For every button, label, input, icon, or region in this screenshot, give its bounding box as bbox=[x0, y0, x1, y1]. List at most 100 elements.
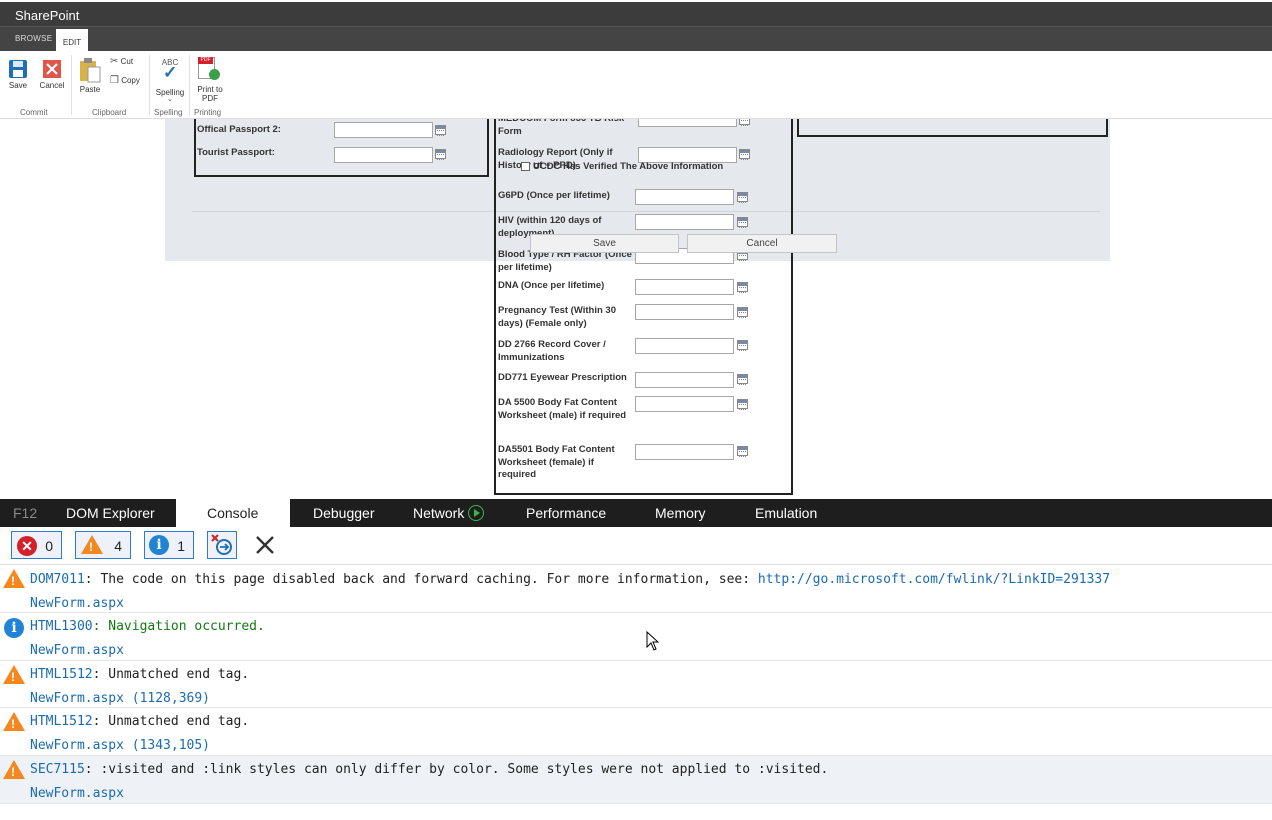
calendar-icon[interactable] bbox=[737, 374, 748, 385]
console-message: HTML1512: Unmatched end tag. NewForm.asp… bbox=[0, 661, 1272, 708]
calendar-icon[interactable] bbox=[737, 446, 748, 457]
spelling-button[interactable]: ABC ✓ Spelling ⌄ bbox=[154, 58, 186, 103]
tab-debugger[interactable]: Debugger bbox=[313, 499, 375, 527]
tourist-passport-input[interactable] bbox=[334, 147, 433, 163]
cut-button[interactable]: ✂ Cut bbox=[110, 56, 133, 67]
clear-on-navigate-button[interactable] bbox=[207, 531, 237, 559]
calendar-icon[interactable] bbox=[737, 340, 748, 351]
calendar-icon[interactable] bbox=[739, 149, 750, 160]
message-source-link[interactable]: NewForm.aspx bbox=[30, 596, 124, 611]
warning-icon bbox=[3, 760, 25, 779]
tab-emulation[interactable]: Emulation bbox=[755, 499, 817, 527]
message-source-link[interactable]: NewForm.aspx bbox=[30, 786, 124, 801]
message-source-link[interactable]: NewForm.aspx bbox=[30, 643, 124, 658]
console-message: HTML1512: Unmatched end tag. NewForm.asp… bbox=[0, 708, 1272, 756]
group-label-spelling: Spelling bbox=[154, 108, 183, 117]
save-icon bbox=[9, 60, 27, 78]
console-message: i HTML1300: Navigation occurred. NewForm… bbox=[0, 613, 1272, 661]
print-to-pdf-button[interactable]: PDF Print to PDF bbox=[193, 57, 227, 103]
field-label: DA5501 Body Fat Content Worksheet (femal… bbox=[498, 444, 615, 480]
warning-icon bbox=[81, 535, 103, 554]
copy-icon: ❐ bbox=[110, 75, 119, 86]
message-code[interactable]: DOM7011 bbox=[30, 572, 85, 587]
verify-label: UCDC Has Verified The Above Information bbox=[533, 161, 724, 172]
warning-icon bbox=[3, 665, 25, 684]
devtools-tab-bar: F12 DOM Explorer Console Debugger Networ… bbox=[0, 499, 1272, 527]
warning-icon bbox=[3, 569, 25, 588]
cancel-ribbon-button[interactable]: Cancel bbox=[37, 59, 67, 90]
verify-checkbox[interactable] bbox=[521, 162, 530, 171]
paste-icon bbox=[80, 58, 101, 83]
cancel-icon bbox=[43, 60, 61, 78]
dd771-input[interactable] bbox=[635, 372, 734, 388]
da5500-input[interactable] bbox=[635, 396, 734, 412]
scissors-icon: ✂ bbox=[110, 56, 119, 67]
clear-console-icon[interactable] bbox=[255, 535, 275, 555]
message-text: : The code on this page disabled back an… bbox=[84, 572, 758, 587]
message-source-link[interactable]: NewForm.aspx (1343,105) bbox=[30, 738, 210, 753]
group-label-commit: Commit bbox=[20, 108, 48, 117]
app-title: SharePoint bbox=[15, 8, 80, 23]
message-code[interactable]: HTML1300 bbox=[30, 619, 93, 634]
ribbon-tab-bar: BROWSE EDIT bbox=[0, 26, 1272, 52]
group-label-clipboard: Clipboard bbox=[92, 108, 127, 117]
pregnancy-test-input[interactable] bbox=[635, 304, 734, 320]
ribbon: Save Cancel Commit Paste ✂ Cut ❐ Copy Cl… bbox=[0, 51, 1272, 119]
tab-performance[interactable]: Performance bbox=[526, 499, 606, 527]
right-section bbox=[797, 119, 1108, 137]
field-label: DA 5500 Body Fat Content Worksheet (male… bbox=[498, 397, 627, 421]
message-code[interactable]: HTML1512 bbox=[30, 714, 93, 729]
suite-bar: SharePoint bbox=[0, 2, 1272, 26]
message-link[interactable]: http://go.microsoft.com/fwlink/?LinkID=2… bbox=[758, 572, 1110, 587]
field-label: DD 2766 Record Cover / Immunizations bbox=[498, 339, 606, 363]
tab-network[interactable]: Network bbox=[413, 499, 485, 527]
dna-input[interactable] bbox=[635, 279, 734, 295]
medcom-856-input[interactable] bbox=[638, 119, 737, 127]
group-divider bbox=[189, 55, 190, 115]
recording-play-icon bbox=[468, 505, 485, 521]
calendar-icon[interactable] bbox=[435, 125, 446, 136]
warning-icon bbox=[3, 712, 25, 731]
official-passport-2-input[interactable] bbox=[334, 122, 433, 138]
mouse-cursor-icon bbox=[646, 631, 660, 651]
tab-edit[interactable]: EDIT bbox=[56, 29, 88, 52]
field-label: DNA (Once per lifetime) bbox=[498, 280, 605, 291]
calendar-icon[interactable] bbox=[737, 307, 748, 318]
tab-dom-explorer[interactable]: DOM Explorer bbox=[66, 499, 155, 527]
message-code[interactable]: HTML1512 bbox=[30, 667, 93, 682]
page-content: Offical Passport 2: Tourist Passport: ME… bbox=[0, 119, 1272, 496]
group-divider bbox=[71, 55, 72, 115]
info-icon: i bbox=[4, 618, 24, 638]
cancel-button[interactable]: Cancel bbox=[687, 234, 837, 253]
copy-button[interactable]: ❐ Copy bbox=[110, 75, 140, 86]
tab-console[interactable]: Console bbox=[176, 499, 290, 527]
field-label: DD771 Eyewear Prescription bbox=[498, 372, 627, 383]
calendar-icon[interactable] bbox=[739, 119, 750, 126]
tab-memory[interactable]: Memory bbox=[655, 499, 706, 527]
save-button[interactable]: Save bbox=[530, 234, 679, 253]
save-ribbon-button[interactable]: Save bbox=[4, 59, 32, 90]
calendar-icon[interactable] bbox=[737, 399, 748, 410]
field-label: Offical Passport 2: bbox=[197, 124, 281, 135]
hiv-input[interactable] bbox=[635, 214, 734, 230]
dd2766-input[interactable] bbox=[635, 338, 734, 354]
calendar-icon[interactable] bbox=[737, 282, 748, 293]
console-message: SEC7115: :visited and :link styles can o… bbox=[0, 756, 1272, 804]
message-text: : :visited and :link styles can only dif… bbox=[84, 762, 829, 777]
calendar-icon[interactable] bbox=[737, 217, 748, 228]
calendar-icon[interactable] bbox=[435, 149, 446, 160]
message-code[interactable]: SEC7115 bbox=[30, 762, 85, 777]
tab-browse[interactable]: BROWSE bbox=[15, 34, 52, 43]
calendar-icon[interactable] bbox=[737, 192, 748, 203]
message-source-link[interactable]: NewForm.aspx (1128,369) bbox=[30, 691, 210, 706]
warning-filter-button[interactable]: 4 bbox=[75, 531, 131, 559]
message-text: : Navigation occurred. bbox=[92, 619, 265, 634]
info-filter-button[interactable]: i 1 bbox=[144, 531, 194, 559]
group-label-printing: Printing bbox=[194, 108, 222, 117]
spelling-icon: ABC ✓ bbox=[161, 58, 179, 82]
error-filter-button[interactable]: ✕ 0 bbox=[11, 531, 62, 559]
da5501-input[interactable] bbox=[635, 444, 734, 460]
paste-button[interactable]: Paste bbox=[78, 57, 102, 94]
g6pd-input[interactable] bbox=[635, 189, 734, 205]
pdf-icon: PDF bbox=[198, 57, 222, 81]
